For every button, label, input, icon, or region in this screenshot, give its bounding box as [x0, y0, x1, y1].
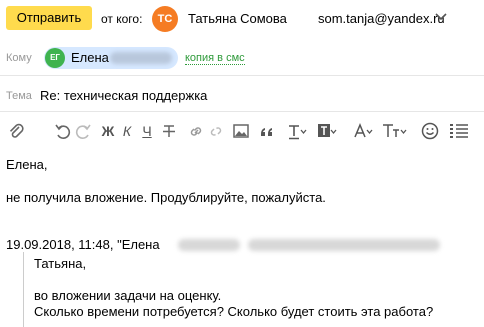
- sender-name[interactable]: Татьяна Сомова: [188, 11, 287, 26]
- body-message: не получила вложение. Продублируйте, пож…: [6, 190, 326, 205]
- italic-icon[interactable]: К: [120, 120, 134, 142]
- quote-bar: [23, 252, 24, 327]
- from-label: от кого:: [101, 12, 143, 26]
- quote-line-1: во вложении задачи на оценку.: [34, 288, 222, 303]
- quote-sender-name-redacted: [178, 239, 240, 251]
- body-greeting: Елена,: [6, 157, 48, 172]
- subject-row: Тема Re: техническая поддержка: [0, 78, 484, 112]
- redo-icon[interactable]: [74, 120, 92, 142]
- sms-copy-link[interactable]: копия в смс: [185, 52, 245, 65]
- unlink-icon[interactable]: [207, 120, 225, 142]
- subject-field[interactable]: Re: техническая поддержка: [40, 88, 207, 103]
- to-row: Кому ЕГ Елена копия в смс: [0, 40, 484, 76]
- underline-icon[interactable]: Ч: [140, 120, 154, 142]
- sender-email[interactable]: som.tanja@yandex.ru: [318, 11, 445, 26]
- subject-label: Тема: [6, 90, 32, 102]
- attach-icon[interactable]: [6, 120, 26, 142]
- quote-icon[interactable]: [258, 120, 276, 142]
- send-button[interactable]: Отправить: [6, 6, 92, 30]
- quote-line-2: Сколько времени потребуется? Сколько буд…: [34, 304, 434, 319]
- quote-greeting: Татьяна,: [34, 256, 87, 271]
- recipient-avatar: ЕГ: [45, 48, 65, 68]
- recipient-chip[interactable]: ЕГ Елена: [44, 47, 178, 69]
- emoji-icon[interactable]: [420, 120, 440, 142]
- chevron-down-icon[interactable]: [434, 11, 448, 23]
- formatting-toolbar: Ж К Ч: [0, 118, 484, 144]
- undo-icon[interactable]: [54, 120, 72, 142]
- quote-header: 19.09.2018, 11:48, "Елена: [6, 237, 160, 252]
- to-label: Кому: [6, 52, 32, 64]
- recipient-surname-redacted: [110, 52, 172, 64]
- quote-sender-email-redacted: [248, 239, 440, 251]
- compose-header: Отправить от кого: ТС Татьяна Сомова som…: [0, 0, 484, 38]
- link-icon[interactable]: [187, 120, 205, 142]
- text-color-icon[interactable]: [286, 120, 308, 142]
- strikethrough-icon[interactable]: [161, 120, 177, 142]
- background-color-icon[interactable]: [316, 120, 338, 142]
- sender-avatar: ТС: [152, 6, 178, 32]
- bold-icon[interactable]: Ж: [101, 120, 115, 142]
- font-size-icon[interactable]: [381, 120, 409, 142]
- font-icon[interactable]: [353, 120, 375, 142]
- list-icon[interactable]: [448, 120, 470, 142]
- image-icon[interactable]: [232, 120, 250, 142]
- recipient-name: Елена: [71, 50, 109, 65]
